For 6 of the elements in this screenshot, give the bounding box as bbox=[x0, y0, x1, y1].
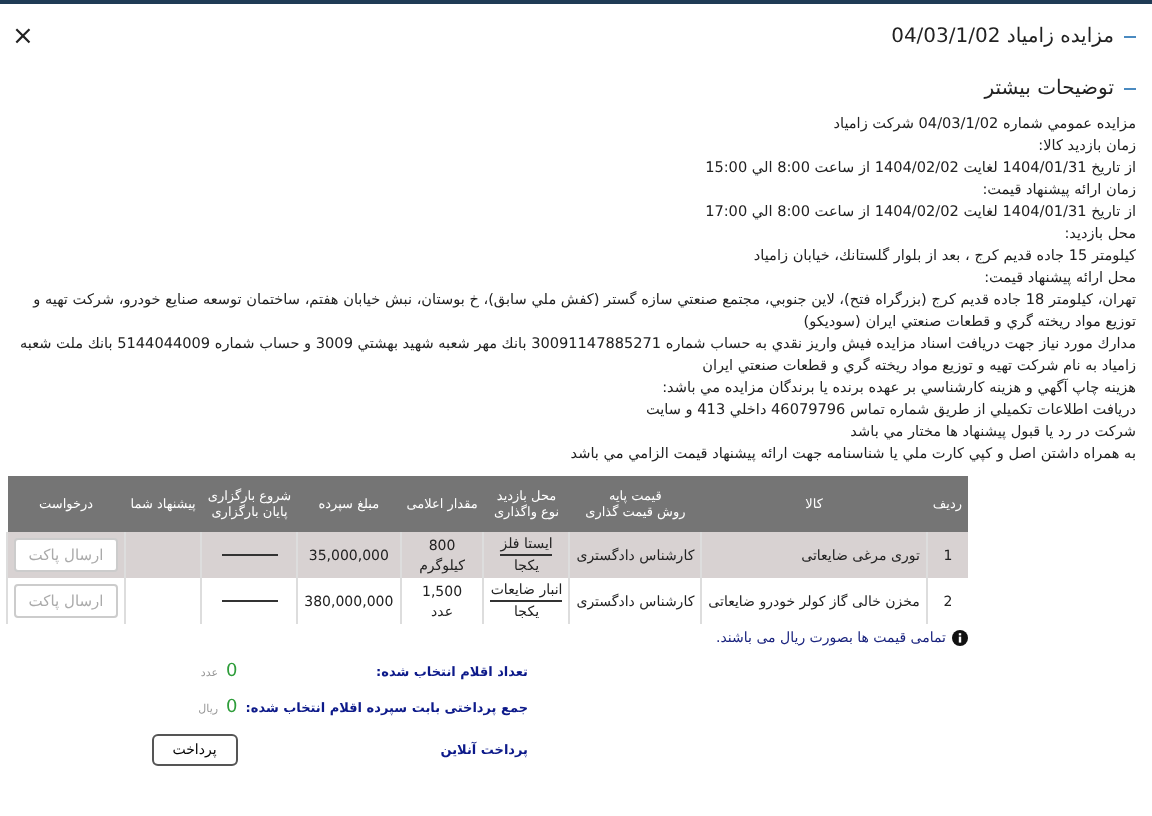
summary-value: 0 bbox=[226, 698, 238, 718]
summary-value: 0 bbox=[226, 662, 238, 682]
section-title[interactable]: توضیحات بیشتر bbox=[984, 78, 1114, 100]
dialog-title: مزایده زامیاد 04/03/1/02 bbox=[891, 26, 1114, 48]
close-icon[interactable]: × bbox=[12, 24, 34, 50]
info-icon bbox=[952, 630, 968, 646]
